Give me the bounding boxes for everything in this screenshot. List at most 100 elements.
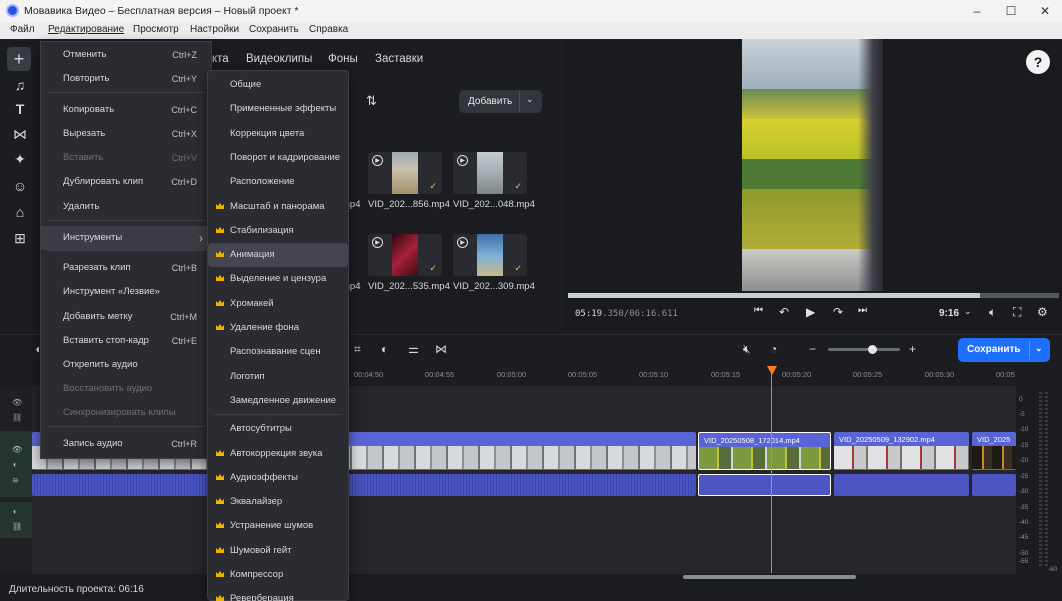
tools-menu-item[interactable]: Выделение и цензура [208,267,348,291]
add-button[interactable]: Добавить ⌄ [459,90,542,113]
menu-settings[interactable]: Настройки [190,24,239,35]
edit-menu-item[interactable]: Инструмент «Лезвие» [41,280,211,304]
gear-icon[interactable]: ⚙ [1037,305,1048,319]
tools-menu-item[interactable]: Замедленное движение [208,389,348,413]
edit-menu-item[interactable]: Вставить стоп-кадр Ctrl+E [41,329,211,353]
chevron-down-icon[interactable]: ⌄ [526,94,534,105]
color-icon[interactable]: ◐ [381,342,388,356]
zoom-slider-handle[interactable] [868,345,877,354]
sort-icon[interactable]: ⇅ [366,93,377,109]
eye-icon[interactable]: 👁︎ [12,445,22,454]
tools-menu-item[interactable]: Аудиоэффекты [208,466,348,490]
tools-menu-item[interactable]: Логотип [208,365,348,389]
tools-menu-item[interactable]: Автокоррекция звука [208,442,348,466]
tab-intros[interactable]: Заставки [375,53,423,65]
tools-menu-item[interactable]: Распознавание сцен [208,340,348,364]
media-thumb[interactable]: ▶ ✓ [453,234,527,276]
close-button[interactable]: ✕ [1030,2,1060,20]
store-icon[interactable]: ⌂ [9,202,31,222]
tools-menu-item[interactable]: Удаление фона [208,316,348,340]
mute-icon[interactable]: 🔇︎ [743,342,751,357]
chevron-down-icon[interactable]: ⌄ [1035,343,1043,354]
link-icon[interactable]: ⛓ [12,413,22,422]
tools-menu-item[interactable]: Расположение [208,170,348,194]
eye-icon[interactable]: 👁︎ [12,398,22,407]
video-clip-selected[interactable]: VID_20250508_172014.mp4 [698,432,831,470]
effects-icon[interactable]: ✦ [9,149,31,169]
chevron-down-icon[interactable]: ⌄ [964,306,972,317]
tools-menu-item[interactable]: Анимация [208,243,348,267]
edit-menu-item[interactable]: Добавить метку Ctrl+M [41,305,211,329]
edit-menu-item[interactable]: Вырезать Ctrl+X [41,122,211,146]
audio-clip-selected[interactable] [698,474,831,496]
fullscreen-icon[interactable]: ⛶ [1013,305,1021,320]
video-preview[interactable] [742,39,883,291]
edit-menu-item[interactable]: Инструменты › [41,226,211,250]
adjust-icon[interactable]: ⚌ [408,342,419,356]
music-icon[interactable]: ♫ [9,75,31,95]
volume-icon[interactable]: 🔈︎ [989,305,996,320]
menu-save[interactable]: Сохранить [249,24,299,35]
menu-edit[interactable]: Редактирование [48,24,124,35]
menu-help[interactable]: Справка [309,24,348,35]
waveform-icon[interactable]: ≋ [12,476,19,485]
tools-menu-item[interactable]: Общие [208,73,348,97]
zoom-slider[interactable] [828,348,900,351]
link-icon[interactable]: ⛓ [12,522,22,531]
menu-view[interactable]: Просмотр [133,24,179,35]
tools-menu-item[interactable]: Коррекция цвета [208,122,348,146]
transition-icon[interactable]: ⋈ [435,342,447,356]
transitions-icon[interactable]: ⋈ [9,124,31,144]
tools-menu-item[interactable]: Масштаб и панорама [208,195,348,219]
minimize-button[interactable]: – [962,2,992,20]
volume-icon[interactable]: ◖ [12,460,17,469]
preview-progress[interactable] [568,293,1059,298]
edit-menu-item[interactable]: Повторить Ctrl+Y [41,67,211,91]
text-icon[interactable]: T [9,99,31,119]
crop-icon[interactable]: ⌗ [354,342,361,357]
play-icon[interactable]: ▶ [806,305,815,319]
tools-menu-item[interactable]: Эквалайзер [208,490,348,514]
aspect-ratio[interactable]: 9:16 [939,308,959,319]
edit-menu-item[interactable]: Запись аудио Ctrl+R [41,432,211,456]
more-tools-icon[interactable]: ⊞ [9,228,31,248]
tools-menu-item[interactable]: Реверберация [208,587,348,601]
edit-menu-item[interactable]: Копировать Ctrl+C [41,98,211,122]
tab-project-partial[interactable]: кта [212,53,229,65]
media-thumb[interactable]: ▶ ✓ [368,152,442,194]
tools-menu-item[interactable]: Устранение шумов [208,514,348,538]
tools-menu-item[interactable]: Хромакей [208,292,348,316]
help-button[interactable]: ? [1026,50,1050,74]
tools-menu-item[interactable]: Поворот и кадрирование [208,146,348,170]
playhead[interactable] [771,370,772,573]
zoom-out-icon[interactable]: − [809,342,816,356]
tools-menu-item[interactable]: Примененные эффекты [208,97,348,121]
tools-menu-item[interactable]: Компрессор [208,563,348,587]
video-clip[interactable]: VID_2025 [972,432,1016,470]
stickers-icon[interactable]: ☺ [9,176,31,196]
edit-menu-item[interactable]: Удалить [41,195,211,219]
tab-backgrounds[interactable]: Фоны [328,53,358,65]
edit-menu-item[interactable]: Разрезать клип Ctrl+B [41,256,211,280]
tab-videoclips[interactable]: Видеоклипы [246,53,312,65]
skip-start-icon[interactable]: ⏮ [754,305,763,316]
media-thumb[interactable]: ▶ ✓ [368,234,442,276]
speed-icon[interactable]: ◔ [770,342,777,356]
maximize-button[interactable]: ☐ [996,2,1026,20]
step-forward-icon[interactable]: ↷ [833,305,843,319]
volume-icon[interactable]: ◖ [12,507,17,516]
audio-clip[interactable] [972,474,1016,496]
audio-clip[interactable] [32,474,696,496]
playhead-handle[interactable] [767,366,777,375]
video-clip[interactable]: VID_20250509_132902.mp4 [834,432,969,470]
edit-menu-item[interactable]: Открепить аудио [41,353,211,377]
media-thumb[interactable]: ▶ ✓ [453,152,527,194]
add-media-icon[interactable]: + [7,47,31,71]
menu-file[interactable]: Файл [10,24,35,35]
tools-menu-item[interactable]: Шумовой гейт [208,539,348,563]
tools-menu-item[interactable]: Автосубтитры [208,417,348,441]
timeline-scrollbar[interactable] [683,575,856,579]
step-back-icon[interactable]: ↶ [779,305,789,319]
edit-menu-item[interactable]: Отменить Ctrl+Z [41,43,211,67]
save-button[interactable]: Сохранить ⌄ [958,338,1050,362]
